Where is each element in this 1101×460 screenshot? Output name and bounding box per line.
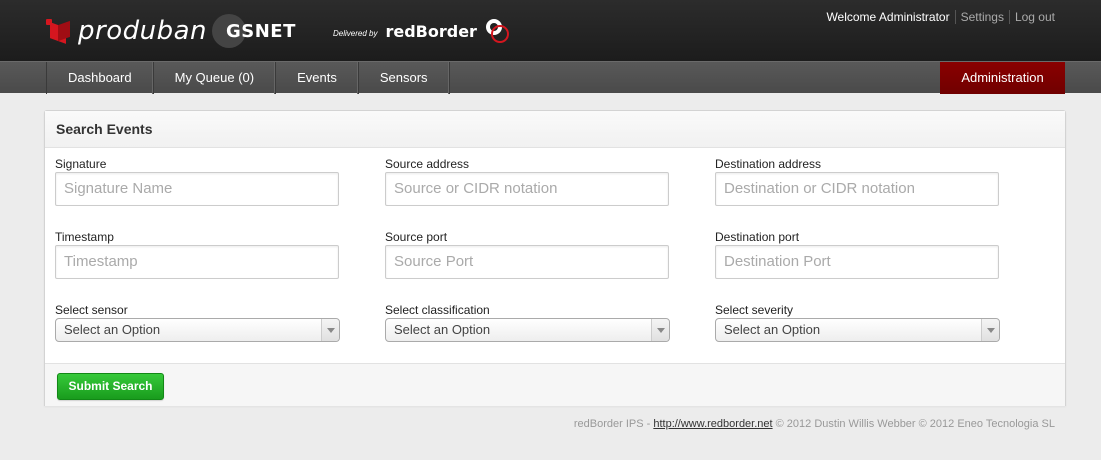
classification-field: Select classification Select an Option bbox=[385, 303, 670, 342]
gsnet-logo: GSNET bbox=[212, 14, 295, 48]
nav-administration[interactable]: Administration bbox=[940, 62, 1065, 94]
destination-address-input[interactable]: Destination or CIDR notation bbox=[715, 172, 999, 206]
produban-cube-icon bbox=[46, 19, 72, 44]
sensor-select-value: Select an Option bbox=[64, 322, 161, 337]
submit-search-button[interactable]: Submit Search bbox=[57, 373, 164, 400]
footer-copyright: © 2012 Dustin Willis Webber © 2012 Eneo … bbox=[772, 418, 1055, 430]
page-footer: redBorder IPS - http://www.redborder.net… bbox=[574, 418, 1055, 430]
delivered-by-logo: Delivered by redBorder bbox=[333, 16, 513, 46]
sensor-label: Select sensor bbox=[55, 303, 128, 317]
source-port-input[interactable]: Source Port bbox=[385, 245, 669, 279]
severity-label: Select severity bbox=[715, 303, 794, 317]
chevron-down-icon bbox=[981, 319, 999, 341]
redborder-link[interactable]: http://www.redborder.net bbox=[653, 418, 772, 430]
classification-label: Select classification bbox=[385, 303, 490, 317]
nav-events[interactable]: Events bbox=[276, 62, 359, 94]
source-address-input[interactable]: Source or CIDR notation bbox=[385, 172, 669, 206]
partner-name: GSNET bbox=[226, 20, 296, 42]
classification-select[interactable]: Select an Option bbox=[385, 318, 670, 342]
destination-address-label: Destination address bbox=[715, 157, 822, 171]
nav-my-queue[interactable]: My Queue (0) bbox=[154, 62, 277, 94]
chevron-down-icon bbox=[321, 319, 339, 341]
settings-link[interactable]: Settings bbox=[954, 10, 1009, 24]
chevron-down-icon bbox=[651, 319, 669, 341]
main-nav: Dashboard My Queue (0) Events Sensors Ad… bbox=[0, 61, 1101, 94]
nav-sensors[interactable]: Sensors bbox=[359, 62, 450, 94]
source-address-field: Source address Source or CIDR notation bbox=[385, 157, 670, 206]
panel-title: Search Events bbox=[45, 111, 1065, 148]
footer-prefix: redBorder IPS - bbox=[573, 418, 654, 430]
logout-link[interactable]: Log out bbox=[1008, 10, 1060, 24]
nav-dashboard[interactable]: Dashboard bbox=[47, 62, 154, 94]
signature-label: Signature bbox=[55, 157, 107, 171]
brand-name: produban bbox=[78, 16, 207, 46]
sensor-field: Select sensor Select an Option bbox=[55, 303, 340, 342]
timestamp-input[interactable]: Timestamp bbox=[55, 245, 339, 279]
source-address-label: Source address bbox=[385, 157, 470, 171]
timestamp-field: Timestamp Timestamp bbox=[55, 230, 340, 279]
redborder-logo-icon bbox=[485, 19, 509, 43]
severity-field: Select severity Select an Option bbox=[715, 303, 1000, 342]
welcome-text: Welcome Administrator bbox=[826, 10, 950, 24]
user-nav: Welcome Administrator Settings Log out bbox=[826, 10, 1060, 24]
destination-port-label: Destination port bbox=[715, 230, 800, 244]
destination-address-field: Destination address Destination or CIDR … bbox=[715, 157, 1000, 206]
panel-footer: Submit Search bbox=[45, 363, 1065, 406]
top-bar: produban GSNET Delivered by redBorder We… bbox=[0, 0, 1101, 61]
signature-input[interactable]: Signature Name bbox=[55, 172, 339, 206]
destination-port-field: Destination port Destination Port bbox=[715, 230, 1000, 279]
signature-field: Signature Signature Name bbox=[55, 157, 340, 206]
destination-port-input[interactable]: Destination Port bbox=[715, 245, 999, 279]
vendor-name: redBorder bbox=[385, 21, 477, 41]
source-port-field: Source port Source Port bbox=[385, 230, 670, 279]
timestamp-label: Timestamp bbox=[55, 230, 114, 244]
produban-logo: produban bbox=[46, 16, 207, 46]
source-port-label: Source port bbox=[385, 230, 448, 244]
severity-select[interactable]: Select an Option bbox=[715, 318, 1000, 342]
sensor-select[interactable]: Select an Option bbox=[55, 318, 340, 342]
severity-select-value: Select an Option bbox=[724, 322, 821, 337]
delivered-by-text: Delivered by bbox=[333, 28, 378, 38]
classification-select-value: Select an Option bbox=[394, 322, 491, 337]
search-events-panel: Search Events Signature Signature Name S… bbox=[44, 110, 1066, 406]
